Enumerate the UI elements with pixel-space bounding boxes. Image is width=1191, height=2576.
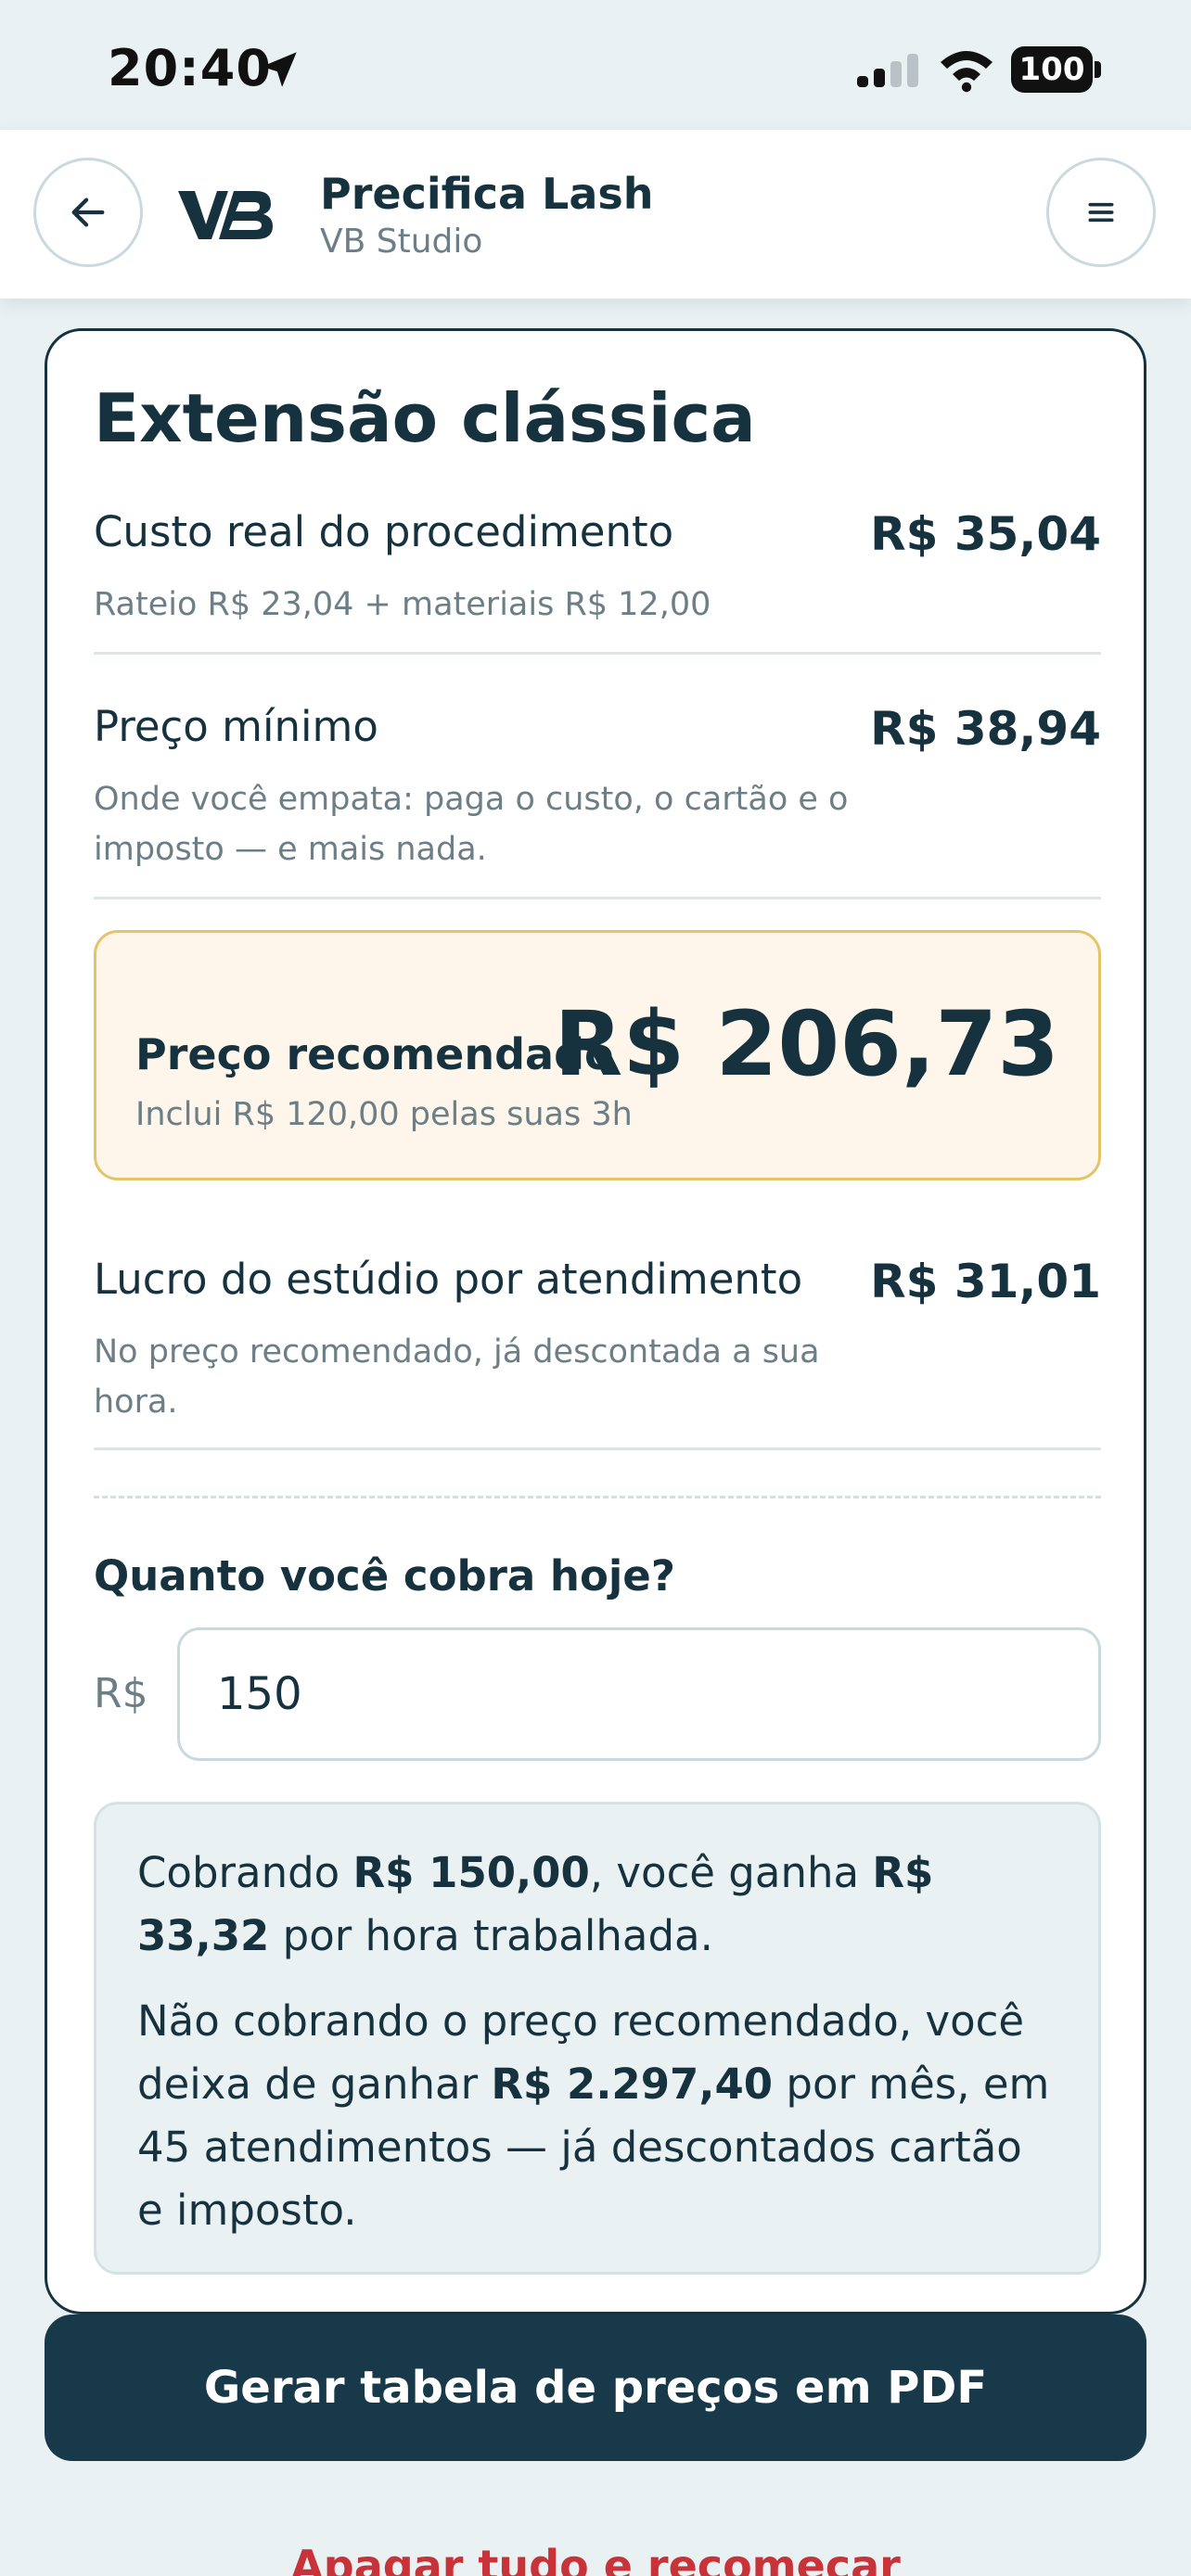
earnings-info-box: Cobrando R$ 150,00, você ganha R$ 33,32 …	[94, 1802, 1101, 2275]
min-price-label: Preço mínimo	[94, 702, 378, 751]
recommended-value: R$ 206,73	[554, 992, 1059, 1096]
vb-logo-icon	[178, 191, 273, 239]
recommended-price-box: Preço recomendado R$ 206,73 Inclui R$ 12…	[94, 930, 1101, 1180]
cost-value: R$ 35,04	[870, 507, 1101, 561]
battery-tip	[1095, 61, 1101, 78]
app-header: Precifica Lash VB Studio	[0, 130, 1191, 299]
cost-label: Custo real do procedimento	[94, 507, 674, 556]
app-subtitle: VB Studio	[320, 223, 483, 261]
procedure-title: Extensão clássica	[94, 379, 756, 457]
currency-prefix: R$	[94, 1670, 148, 1717]
status-time: 20:40	[108, 39, 272, 97]
divider	[94, 1447, 1101, 1450]
hourly-earnings-text: Cobrando R$ 150,00, você ganha R$ 33,32 …	[137, 1848, 934, 1960]
battery-indicator: 100	[1011, 46, 1102, 93]
current-price-input[interactable]	[177, 1627, 1101, 1761]
recommended-label: Preço recomendado	[135, 1029, 614, 1079]
dashed-divider	[94, 1496, 1101, 1498]
divider	[94, 652, 1101, 655]
monthly-loss-text: Não cobrando o preço recomendado, você d…	[137, 1996, 1050, 2235]
current-price-amount: R$ 150,00	[352, 1848, 590, 1897]
pricing-result-card: Extensão clássica Custo real do procedim…	[45, 328, 1146, 2315]
wifi-icon	[941, 51, 992, 93]
divider	[94, 897, 1101, 899]
current-price-question: Quanto você cobra hoje?	[94, 1551, 675, 1600]
reset-all-link[interactable]: Apagar tudo e recomeçar	[0, 2541, 1191, 2576]
menu-button[interactable]	[1046, 158, 1156, 267]
menu-icon	[1088, 202, 1114, 223]
battery-level: 100	[1011, 46, 1093, 93]
app-title: Precifica Lash	[320, 169, 654, 219]
profit-value: R$ 31,01	[870, 1255, 1101, 1308]
min-price-desc: Onde você empata: paga o custo, o cartão…	[94, 781, 849, 868]
recommended-desc: Inclui R$ 120,00 pelas suas 3h	[135, 1096, 633, 1133]
cost-desc: Rateio R$ 23,04 + materiais R$ 12,00	[94, 586, 711, 623]
arrow-left-icon	[71, 198, 105, 227]
generate-pdf-button[interactable]: Gerar tabela de preços em PDF	[45, 2315, 1146, 2461]
cellular-signal-icon	[857, 54, 918, 87]
back-button[interactable]	[33, 158, 143, 267]
monthly-loss-amount: R$ 2.297,40	[491, 2060, 774, 2109]
profit-label: Lucro do estúdio por atendimento	[94, 1255, 803, 1304]
min-price-value: R$ 38,94	[870, 702, 1101, 756]
location-arrow-icon	[262, 52, 297, 87]
status-bar: 20:40 100	[0, 0, 1191, 130]
profit-desc: No preço recomendado, já descontada a su…	[94, 1333, 820, 1421]
